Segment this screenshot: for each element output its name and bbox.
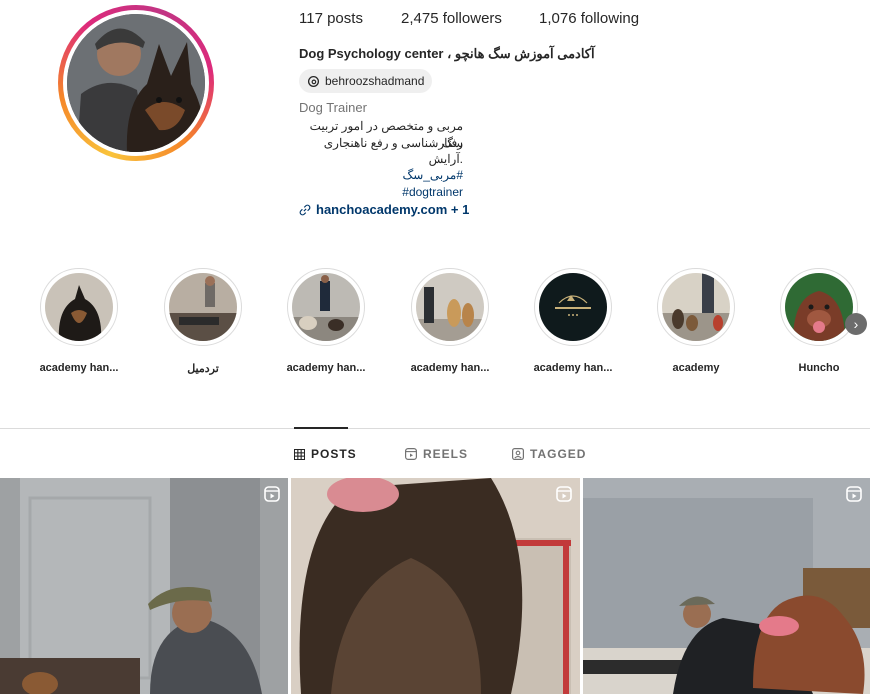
- highlight-label: academy han...: [410, 362, 490, 374]
- followers-link[interactable]: 2,475 followers: [401, 10, 502, 27]
- highlight-label: academy han...: [286, 362, 366, 374]
- threads-badge[interactable]: behroozshadmand: [299, 69, 433, 93]
- tagged-icon: [512, 448, 524, 460]
- highlight-item[interactable]: academy han...: [518, 268, 628, 374]
- highlights-next-button[interactable]: ›: [845, 313, 867, 335]
- highlight-item[interactable]: تردمیل: [148, 268, 258, 375]
- post-item[interactable]: [583, 478, 870, 694]
- highlight-item[interactable]: academy han...: [24, 268, 134, 374]
- threads-icon: [307, 75, 320, 87]
- highlight-item[interactable]: academy han...: [395, 268, 505, 374]
- website-link[interactable]: hanchoacademy.com + 1: [299, 202, 469, 217]
- academy-logo-icon: [539, 273, 607, 341]
- post-thumbnail: [291, 478, 580, 694]
- post-thumbnail: [583, 478, 870, 694]
- grid-icon: [294, 448, 305, 460]
- pitbull-photo-icon: [785, 273, 853, 341]
- following-link[interactable]: 1,076 following: [539, 10, 639, 27]
- post-item[interactable]: [0, 478, 288, 694]
- reels-icon: [556, 486, 572, 502]
- link-icon: [299, 204, 311, 215]
- tab-label: REELS: [423, 447, 469, 461]
- highlight-label: academy han...: [533, 362, 613, 374]
- highlight-item[interactable]: academy: [641, 268, 751, 374]
- dog-photo-icon: [45, 273, 113, 341]
- tab-posts[interactable]: POSTS: [294, 447, 357, 461]
- threads-handle: behroozshadmand: [325, 74, 425, 88]
- post-thumbnail: [0, 478, 288, 694]
- tab-tagged[interactable]: TAGGED: [512, 447, 586, 461]
- profile-name: Dog Psychology center آکادمی آموزش سگ ها…: [299, 46, 595, 61]
- dogs-group-photo-icon: [292, 273, 360, 341]
- profile-avatar-ring[interactable]: [58, 5, 214, 161]
- dogs-outdoor-photo-icon: [662, 273, 730, 341]
- tabs-divider: [0, 428, 870, 429]
- highlight-label: academy han...: [39, 362, 119, 374]
- highlight-label: تردمیل: [187, 363, 219, 375]
- active-tab-indicator: [294, 427, 348, 429]
- profile-avatar: [67, 14, 205, 152]
- highlight-item[interactable]: academy han...: [271, 268, 381, 374]
- reels-icon: [846, 486, 862, 502]
- bio-line: رفتارشناسی و رفع ناهنجاری: [323, 136, 463, 150]
- tab-label: TAGGED: [530, 447, 587, 461]
- highlight-label: academy: [672, 362, 720, 374]
- highlight-label: Huncho: [798, 362, 840, 374]
- profile-category: Dog Trainer: [299, 100, 367, 115]
- website-text: hanchoacademy.com + 1: [316, 202, 470, 217]
- bio-hashtag[interactable]: #مربی_سگ: [299, 167, 463, 184]
- bio-line: .آرایش: [428, 152, 463, 166]
- tab-reels[interactable]: REELS: [405, 447, 468, 461]
- tab-label: POSTS: [311, 447, 357, 461]
- bio-hashtag[interactable]: dogtrainer#: [299, 184, 463, 201]
- treadmill-photo-icon: [169, 273, 237, 341]
- post-item[interactable]: [291, 478, 580, 694]
- reels-icon: [405, 448, 417, 460]
- reels-icon: [264, 486, 280, 502]
- dogs-indoor-photo-icon: [416, 273, 484, 341]
- posts-count: 117 posts: [299, 10, 363, 27]
- chevron-right-icon: ›: [853, 316, 859, 332]
